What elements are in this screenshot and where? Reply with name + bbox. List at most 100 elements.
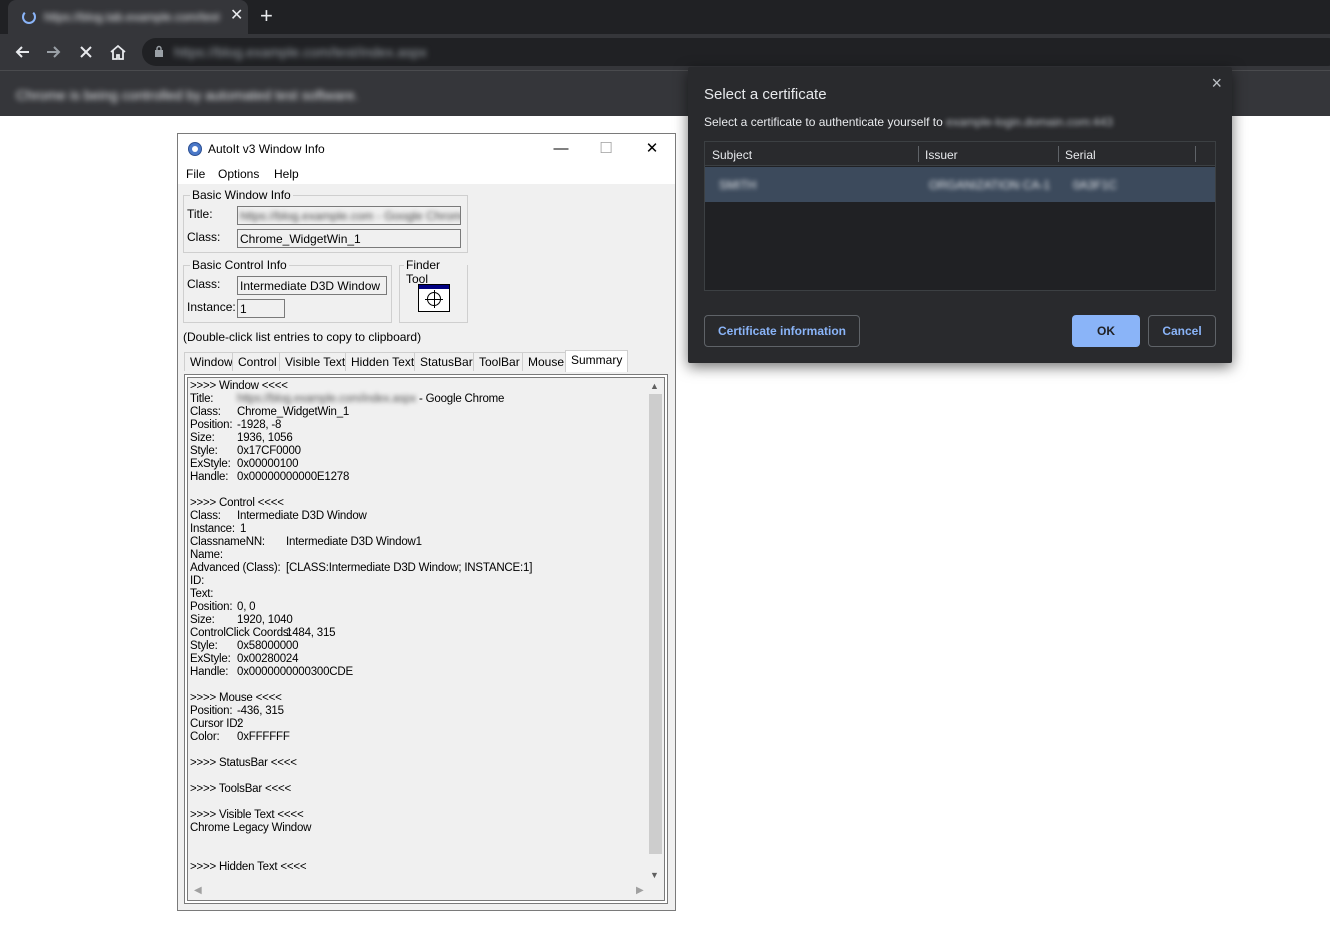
summary-line: Size: 1920, 1040 bbox=[190, 614, 532, 627]
summary-line: Style: 0x17CF0000 bbox=[190, 445, 532, 458]
address-bar[interactable]: https://blog.example.com/test/index.aspx bbox=[142, 38, 1330, 66]
class-field[interactable]: Chrome_WidgetWin_1 bbox=[237, 229, 461, 248]
autoit-app-icon bbox=[188, 142, 202, 156]
home-icon bbox=[110, 44, 126, 60]
summary-line: >>>> Control <<<< bbox=[190, 497, 532, 510]
tab-statusbar[interactable]: StatusBar bbox=[414, 352, 479, 371]
summary-line: Title: https://blog.example.com/index.asp… bbox=[190, 393, 532, 406]
maximize-button[interactable]: ☐ bbox=[591, 138, 621, 160]
stop-button[interactable] bbox=[74, 40, 98, 64]
dialog-close-icon[interactable]: × bbox=[1211, 73, 1222, 93]
summary-key: Name: bbox=[190, 549, 223, 561]
cell-issuer: ORGANIZATION CA-1 bbox=[929, 178, 1051, 192]
tab-window[interactable]: Window bbox=[184, 352, 239, 371]
browser-tab[interactable]: https://blog.tab.example.com/test ✕ bbox=[8, 0, 248, 34]
summary-value: Intermediate D3D Window1 bbox=[286, 536, 422, 548]
summary-value: 1484, 315 bbox=[286, 627, 336, 639]
summary-line: Name: bbox=[190, 549, 532, 562]
summary-line: ExStyle: 0x00000100 bbox=[190, 458, 532, 471]
tab-toolbar[interactable]: ToolBar bbox=[473, 352, 526, 371]
summary-line: Class: Chrome_WidgetWin_1 bbox=[190, 406, 532, 419]
group-legend: Basic Window Info bbox=[190, 188, 293, 202]
summary-line: >>>> Hidden Text <<<< bbox=[190, 861, 532, 874]
home-button[interactable] bbox=[106, 40, 130, 64]
summary-line: Style: 0x58000000 bbox=[190, 640, 532, 653]
summary-key: Style: bbox=[190, 640, 218, 652]
back-button[interactable] bbox=[10, 40, 34, 64]
summary-line: ControlClick Coords:1484, 315 bbox=[190, 627, 532, 640]
finder-crosshair-icon[interactable] bbox=[418, 284, 450, 312]
summary-key: ExStyle: bbox=[190, 653, 231, 665]
column-serial[interactable]: Serial bbox=[1065, 148, 1096, 162]
scroll-right-icon[interactable]: ▶ bbox=[636, 885, 644, 896]
summary-title-suffix: - Google Chrome bbox=[416, 393, 505, 405]
instance-field[interactable]: 1 bbox=[237, 299, 285, 318]
cell-serial: 0A3F1C bbox=[1073, 178, 1118, 192]
summary-key: Color: bbox=[190, 731, 220, 743]
summary-key: Position: bbox=[190, 419, 233, 431]
menu-file[interactable]: File bbox=[186, 167, 205, 181]
menu-options[interactable]: Options bbox=[218, 167, 259, 181]
summary-statusbar-header: >>>> StatusBar <<<< bbox=[190, 757, 297, 769]
cell-subject: SMITH bbox=[719, 178, 757, 192]
control-class-field[interactable]: Intermediate D3D Window bbox=[237, 276, 387, 295]
column-divider[interactable] bbox=[1195, 146, 1196, 162]
close-button[interactable]: ✕ bbox=[637, 138, 667, 160]
summary-window-header: >>>> Window <<<< bbox=[190, 380, 288, 392]
summary-key: Class: bbox=[190, 510, 221, 522]
summary-textbox[interactable]: >>>> Window <<<< Title: https://blog.exam… bbox=[187, 377, 665, 901]
summary-value: 0, 0 bbox=[237, 601, 256, 613]
summary-key: Handle: bbox=[190, 666, 229, 678]
summary-blank-line bbox=[190, 484, 532, 497]
arrow-right-icon bbox=[47, 46, 61, 58]
summary-key: ExStyle: bbox=[190, 458, 231, 470]
finder-tool-legend: Finder Tool bbox=[404, 258, 467, 286]
vertical-scrollbar[interactable]: ▲ ▼ bbox=[647, 378, 664, 883]
tab-strip: https://blog.tab.example.com/test ✕ + bbox=[0, 0, 1330, 34]
summary-value: 1 bbox=[240, 523, 247, 535]
horizontal-scrollbar[interactable]: ◀ ▶ bbox=[188, 883, 649, 900]
forward-button[interactable] bbox=[42, 40, 66, 64]
summary-key: Size: bbox=[190, 614, 215, 626]
summary-line: Cursor ID:2 bbox=[190, 718, 532, 731]
column-issuer[interactable]: Issuer bbox=[925, 148, 958, 162]
summary-line: Size: 1936, 1056 bbox=[190, 432, 532, 445]
column-divider[interactable] bbox=[918, 146, 919, 162]
tab-visible-text[interactable]: Visible Text bbox=[279, 352, 352, 371]
tab-control[interactable]: Control bbox=[232, 352, 283, 371]
column-divider[interactable] bbox=[1058, 146, 1059, 162]
summary-hidden-header: >>>> Hidden Text <<<< bbox=[190, 861, 307, 873]
summary-line: Handle: 0x00000000000E1278 bbox=[190, 471, 532, 484]
browser-toolbar: https://blog.example.com/test/index.aspx bbox=[0, 34, 1330, 70]
scroll-down-icon[interactable]: ▼ bbox=[650, 870, 659, 880]
control-class-label: Class: bbox=[187, 277, 221, 291]
summary-line: >>>> ToolsBar <<<< bbox=[190, 783, 532, 796]
summary-key: Advanced (Class): bbox=[190, 562, 281, 574]
summary-key: Text: bbox=[190, 588, 214, 600]
scroll-left-icon[interactable]: ◀ bbox=[194, 885, 202, 896]
certificate-information-button[interactable]: Certificate information bbox=[704, 315, 860, 347]
summary-blank-line bbox=[190, 770, 532, 783]
certificate-row[interactable]: SMITH ORGANIZATION CA-1 0A3F1C bbox=[705, 167, 1215, 202]
menu-help[interactable]: Help bbox=[274, 167, 299, 181]
title-field[interactable]: https://blog.example.com - Google Chrome bbox=[237, 206, 461, 225]
cancel-button[interactable]: Cancel bbox=[1148, 315, 1216, 347]
column-subject[interactable]: Subject bbox=[712, 148, 752, 162]
basic-control-info-group: Basic Control Info Class: Intermediate D… bbox=[183, 258, 392, 323]
new-tab-button[interactable]: + bbox=[260, 4, 273, 28]
summary-line: Color: 0xFFFFFF bbox=[190, 731, 532, 744]
certificate-table-header: Subject Issuer Serial bbox=[705, 142, 1215, 166]
tab-close-icon[interactable]: ✕ bbox=[230, 6, 243, 26]
autoit-titlebar[interactable]: AutoIt v3 Window Info — ☐ ✕ bbox=[178, 134, 675, 164]
loading-spinner-icon bbox=[22, 10, 36, 24]
scroll-up-icon[interactable]: ▲ bbox=[650, 381, 659, 391]
scroll-thumb[interactable] bbox=[649, 394, 662, 854]
tab-hidden-text[interactable]: Hidden Text bbox=[345, 352, 421, 371]
address-url: https://blog.example.com/test/index.aspx bbox=[174, 44, 427, 60]
tab-mouse[interactable]: Mouse bbox=[522, 352, 571, 371]
tab-summary[interactable]: Summary bbox=[565, 350, 629, 372]
minimize-button[interactable]: — bbox=[546, 138, 576, 160]
ok-button[interactable]: OK bbox=[1072, 315, 1140, 347]
clipboard-hint: (Double-click list entries to copy to cl… bbox=[183, 330, 422, 344]
dialog-subtitle-host: example-login.domain.com:443 bbox=[946, 115, 1113, 129]
